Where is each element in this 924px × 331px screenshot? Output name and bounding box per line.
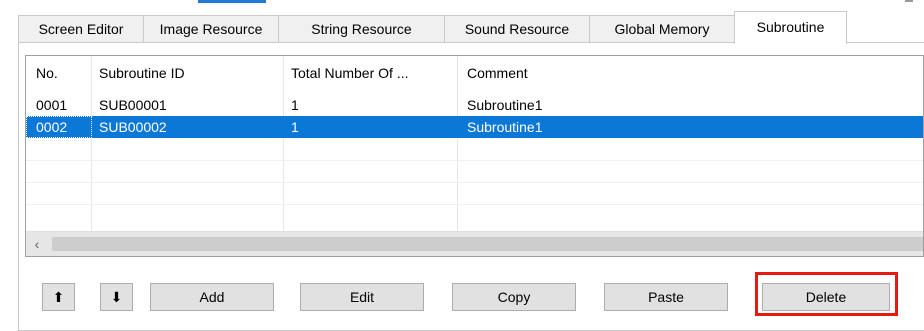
- column-header-total-number[interactable]: Total Number Of ...: [291, 62, 451, 84]
- row-gridline: [26, 204, 923, 205]
- row-total-number: 1: [291, 97, 299, 113]
- paste-button[interactable]: Paste: [604, 283, 728, 311]
- move-up-button[interactable]: ⬆: [42, 283, 75, 311]
- row-comment: Subroutine1: [467, 97, 543, 113]
- tab-sound-resource[interactable]: Sound Resource: [444, 15, 590, 43]
- column-header-no[interactable]: No.: [36, 62, 91, 84]
- row-comment: Subroutine1: [467, 119, 543, 135]
- top-accent-bar: [198, 0, 266, 3]
- column-header-comment[interactable]: Comment: [467, 62, 767, 84]
- row-no: 0002: [36, 119, 68, 135]
- add-button[interactable]: Add: [150, 283, 274, 311]
- tab-string-resource[interactable]: String Resource: [278, 15, 445, 43]
- table-row-selected[interactable]: 0002 SUB00002 1 Subroutine1: [26, 116, 923, 138]
- table-row[interactable]: 0001 SUB00001 1 Subroutine1: [26, 94, 923, 116]
- tab-screen-editor[interactable]: Screen Editor: [18, 15, 144, 43]
- edit-button[interactable]: Edit: [300, 283, 424, 311]
- list-header: No. Subroutine ID Total Number Of ... Co…: [26, 62, 923, 84]
- horizontal-scrollbar[interactable]: ‹: [26, 231, 923, 256]
- row-no: 0001: [36, 97, 68, 113]
- move-down-button[interactable]: ⬇: [100, 283, 133, 311]
- delete-highlight-box: [755, 272, 898, 316]
- arrow-down-icon: ⬇: [110, 289, 123, 305]
- tab-subroutine[interactable]: Subroutine: [734, 11, 847, 44]
- column-header-subroutine-id[interactable]: Subroutine ID: [99, 62, 279, 84]
- row-gridline: [26, 182, 923, 183]
- row-total-number: 1: [291, 119, 299, 135]
- arrow-up-icon: ⬆: [52, 289, 65, 305]
- chevron-left-icon[interactable]: ‹: [26, 232, 48, 256]
- row-subroutine-id: SUB00001: [99, 97, 167, 113]
- tab-global-memory[interactable]: Global Memory: [589, 15, 735, 43]
- scrollbar-thumb[interactable]: [52, 237, 923, 251]
- subroutine-list[interactable]: No. Subroutine ID Total Number Of ... Co…: [25, 55, 924, 257]
- window-edge-mark: [905, 0, 913, 2]
- row-gridline: [26, 160, 923, 161]
- tab-image-resource[interactable]: Image Resource: [143, 15, 279, 43]
- row-subroutine-id: SUB00002: [99, 119, 167, 135]
- copy-button[interactable]: Copy: [452, 283, 576, 311]
